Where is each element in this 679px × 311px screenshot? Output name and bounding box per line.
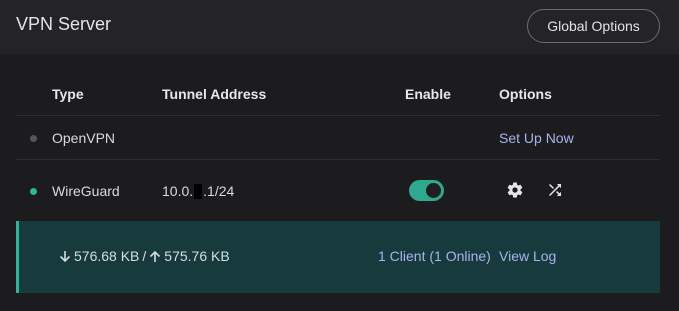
status-dot-icon — [30, 188, 37, 195]
tunnel-address-prefix: 10.0. — [162, 183, 194, 199]
page-header: VPN Server Global Options — [0, 0, 679, 54]
clients-link[interactable]: 1 Client (1 Online) — [378, 248, 491, 264]
view-log-link[interactable]: View Log — [499, 248, 556, 264]
traffic-separator: / — [142, 248, 147, 264]
upload-amount: 575.76 KB — [164, 248, 230, 264]
column-header-options: Options — [499, 86, 552, 102]
table-header-row: Type Tunnel Address Enable Options — [16, 72, 660, 116]
tunnel-address: 10.0. .1/24 — [162, 183, 234, 199]
enable-toggle[interactable] — [409, 180, 444, 201]
column-header-tunnel-address: Tunnel Address — [162, 86, 267, 102]
arrow-down-icon — [59, 249, 71, 263]
vpn-type-label: OpenVPN — [52, 130, 116, 146]
status-dot-icon — [30, 135, 37, 142]
column-header-enable: Enable — [405, 86, 451, 102]
vpn-type-label: WireGuard — [52, 183, 120, 199]
download-amount: 576.68 KB — [74, 248, 140, 264]
gear-icon[interactable] — [505, 180, 525, 200]
tunnel-address-suffix: .1/24 — [203, 183, 235, 199]
toggle-knob — [426, 183, 441, 198]
table-row-wireguard: WireGuard 10.0. .1/24 — [16, 160, 660, 222]
traffic-stats-panel: 576.68 KB / 575.76 KB 1 Client (1 Online… — [16, 221, 660, 293]
global-options-button[interactable]: Global Options — [527, 9, 660, 43]
set-up-now-link[interactable]: Set Up Now — [499, 130, 574, 146]
table-row-openvpn: OpenVPN Set Up Now — [16, 116, 660, 160]
shuffle-icon[interactable] — [545, 180, 565, 200]
traffic-summary: 576.68 KB / 575.76 KB — [59, 248, 230, 264]
column-header-type: Type — [52, 86, 84, 102]
page-title: VPN Server — [16, 14, 112, 34]
arrow-up-icon — [149, 249, 161, 263]
redaction-block — [194, 184, 203, 199]
